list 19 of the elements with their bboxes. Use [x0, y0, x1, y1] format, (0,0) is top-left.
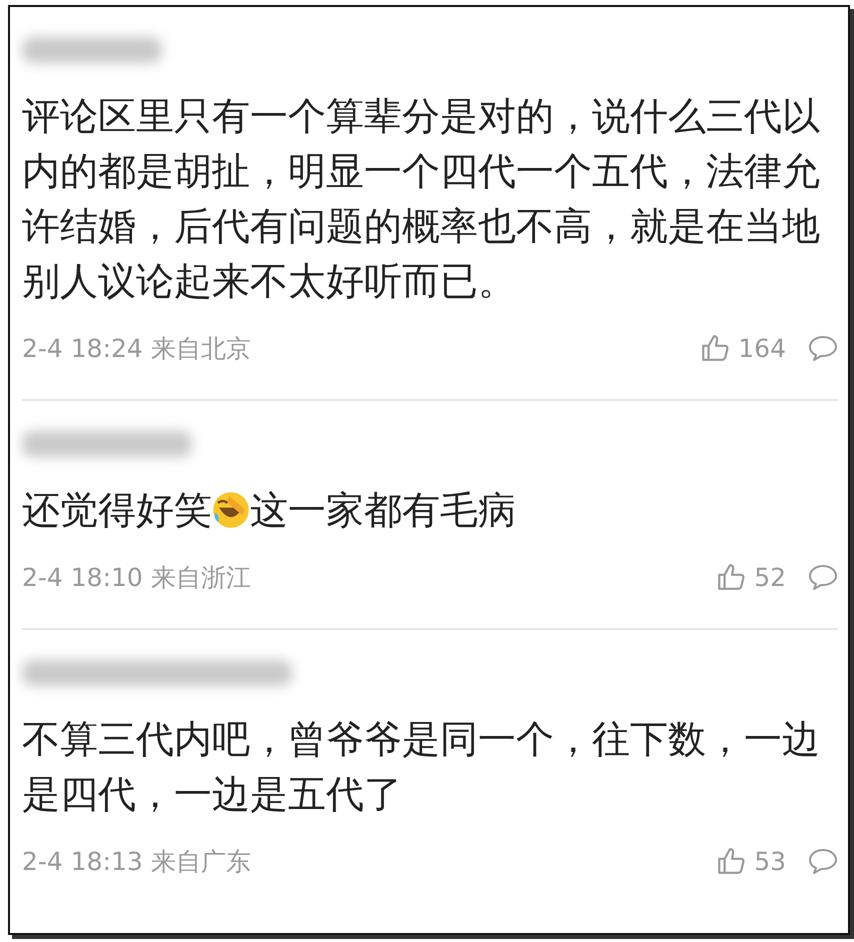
like-button[interactable]: 53: [716, 846, 786, 876]
comment-text: 评论区里只有一个算辈分是对的，说什么三代以内的都是胡扯，明显一个四代一个五代，法律允许结婚，后代有问题的概率也不高，就是在当地别人议论起来不太好听而已。: [22, 93, 821, 305]
comment-time: 2-4 18:13 来自广东: [22, 846, 252, 878]
thumbs-up-icon: [716, 846, 746, 876]
like-button[interactable]: 164: [700, 333, 786, 363]
comment-time: 2-4 18:24 来自北京: [22, 332, 252, 364]
speech-bubble-icon: [808, 562, 838, 592]
comment-text: 不算三代内吧，曾爷爷是同一个，往下数，一边是四代，一边是五代了: [22, 716, 821, 818]
comment-button[interactable]: [808, 333, 838, 363]
speech-bubble-icon: [808, 333, 838, 363]
comment-time: 2-4 18:10 来自浙江: [22, 562, 252, 594]
thumbs-up-icon: [700, 333, 730, 363]
comment-button[interactable]: [808, 562, 838, 592]
comment-button[interactable]: [808, 846, 838, 876]
laughing-emoji-icon: [212, 491, 250, 529]
speech-bubble-icon: [808, 846, 838, 876]
thumbs-up-icon: [716, 562, 746, 592]
comment-text: 还觉得好笑 这一家都有毛病: [22, 487, 517, 534]
like-button[interactable]: 52: [716, 562, 786, 592]
